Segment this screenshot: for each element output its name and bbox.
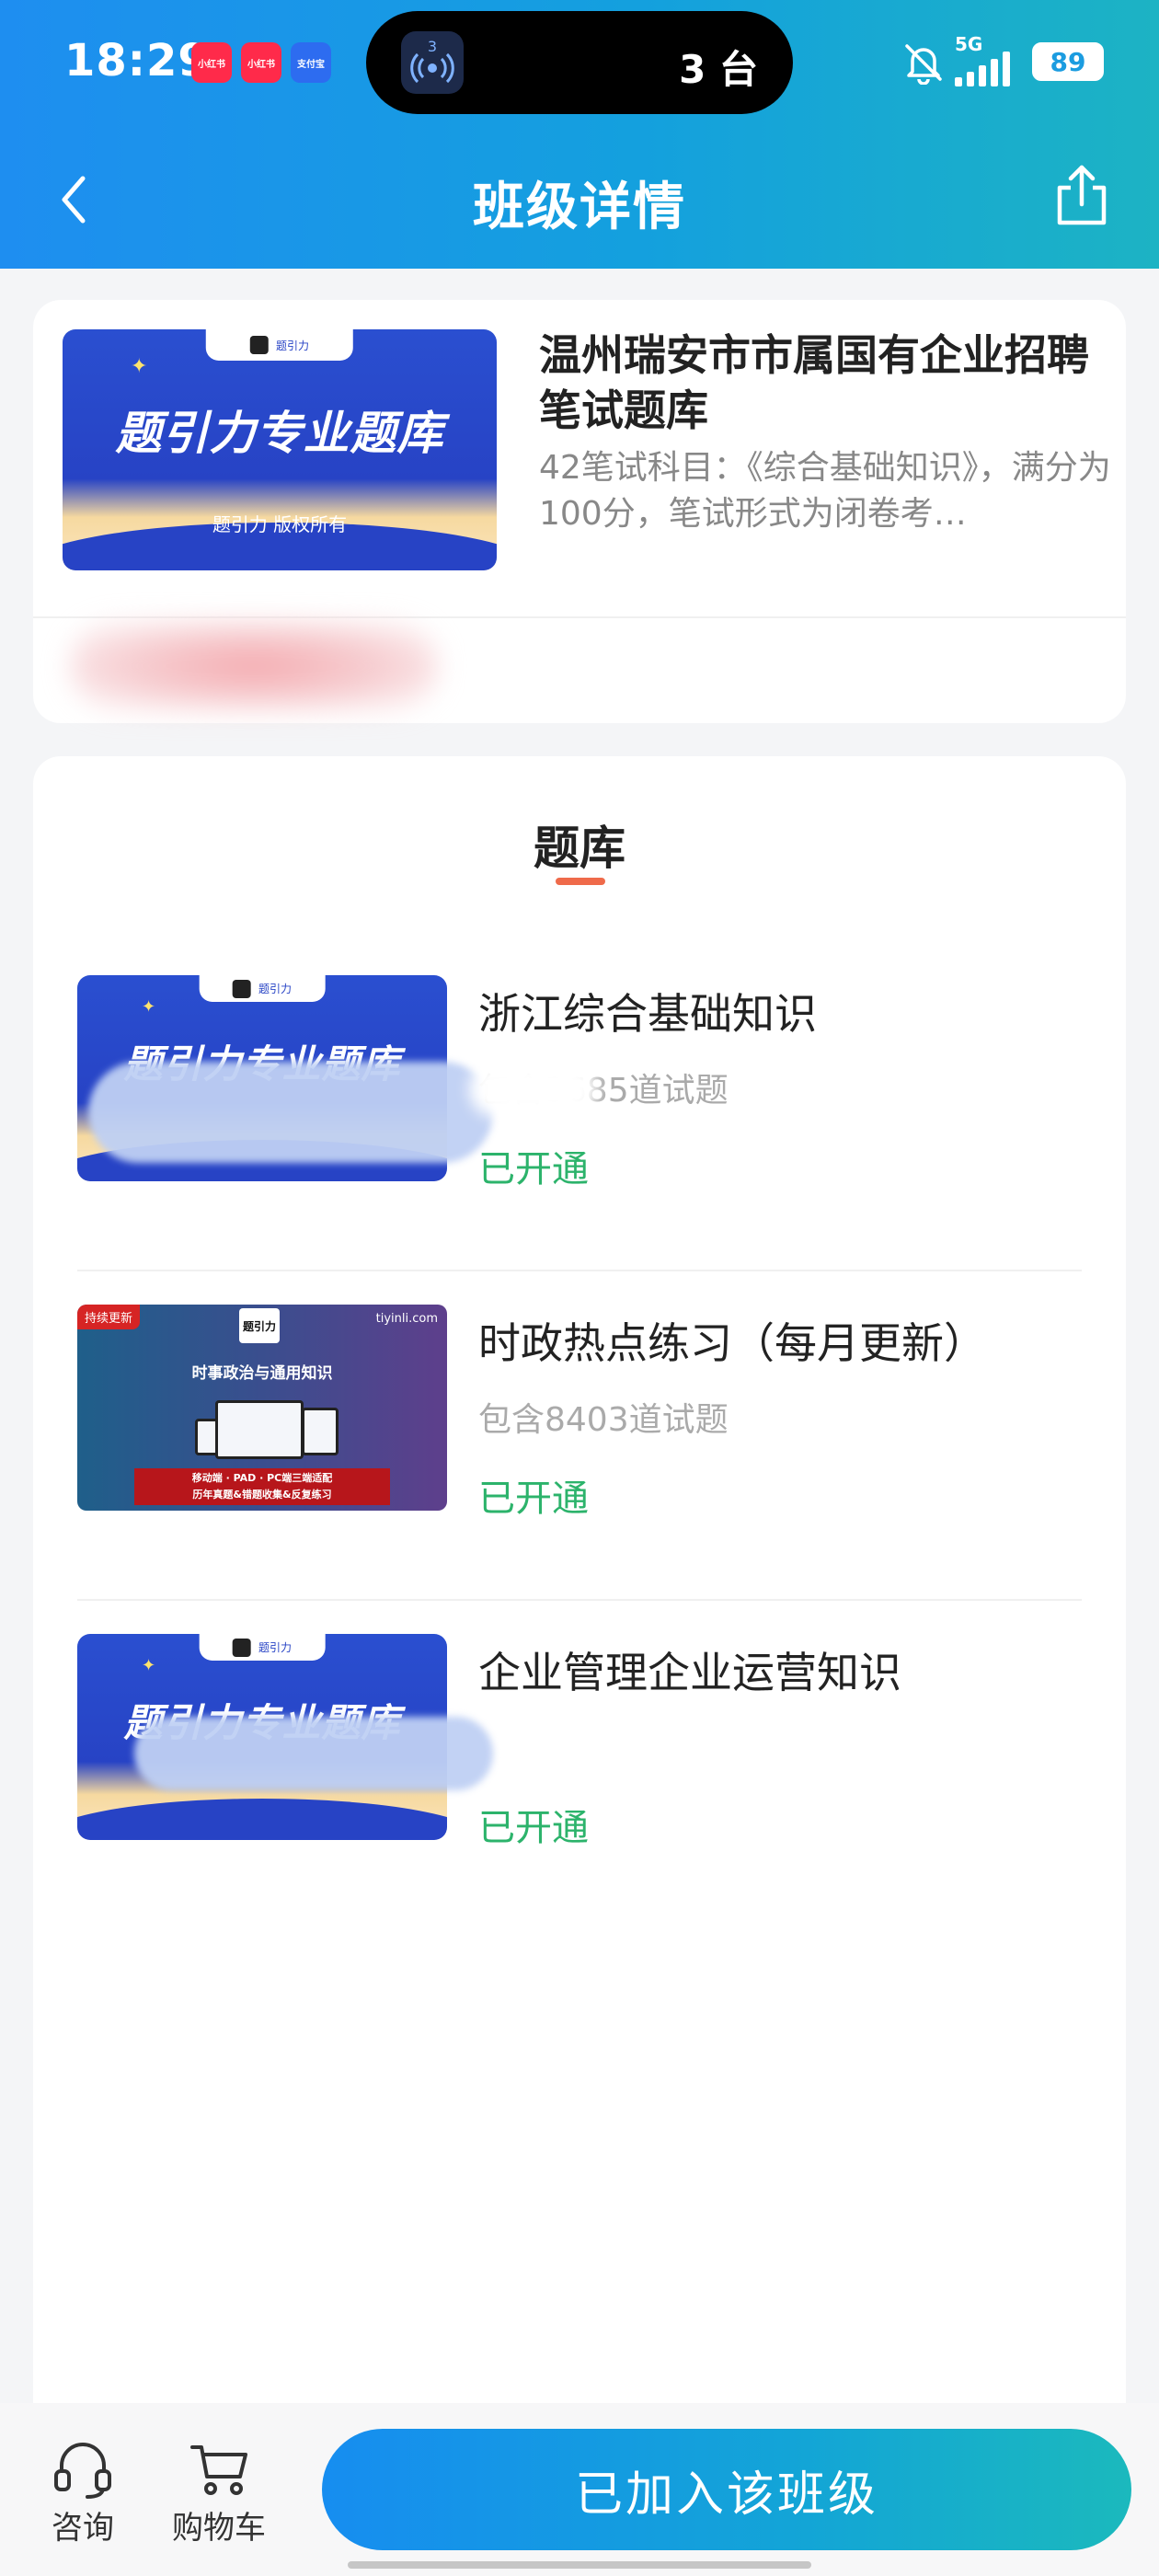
page-title: 班级详情 (473, 178, 686, 237)
share-button[interactable] (1045, 158, 1119, 232)
star-icon: ✦ (131, 355, 148, 378)
class-info-card[interactable]: 题引力 ✦ 题引力专业题库 题引力 版权所有 温州瑞安市市属国有企业招聘笔试题库… (33, 300, 1126, 723)
cover-banner-line: 历年真题&错题收集&反复练习 (192, 1489, 332, 1501)
question-bank-item[interactable]: 持续更新 题引力 tiyinli.com 时事政治与通用知识 移动端 · PAD… (33, 1305, 1126, 1634)
question-bank-item[interactable]: 题引力 ✦ 题引力专业题库 浙江综合基础知识 包含3685道试题 已开通 (33, 975, 1126, 1305)
cover-tab: 题引力 (199, 975, 326, 1003)
tablet-illustration (302, 1408, 339, 1455)
island-text: 3 台 (679, 47, 758, 92)
divider (33, 616, 1126, 618)
cart-button[interactable]: 购物车 (164, 2440, 274, 2547)
headset-icon (54, 2443, 111, 2499)
item-status: 已开通 (478, 1478, 589, 1520)
status-time: 18:29 (64, 35, 210, 86)
consult-button[interactable]: 咨询 (28, 2440, 138, 2547)
alipay-notification-icon: 支付宝 (291, 42, 331, 83)
divider (77, 1599, 1082, 1601)
cover-tab: 题引力 (199, 1634, 326, 1662)
cover-tab: 题引力 (205, 329, 354, 362)
cover-banner: 移动端 · PAD · PC端三端适配 历年真题&错题收集&反复练习 (134, 1468, 390, 1505)
cart-label: 购物车 (172, 2510, 266, 2547)
item-question-count: 包含8403道试题 (478, 1401, 729, 1439)
dynamic-island[interactable]: 3 3 台 (366, 11, 793, 114)
bottom-action-bar: 咨询 购物车 已加入该班级 (0, 2403, 1159, 2576)
blurred-region (134, 1717, 493, 1790)
header: 18:29 小红书 小红书 支付宝 3 3 台 5G 89 班级详情 (0, 0, 1159, 269)
cover-url: tiyinli.com (375, 1312, 438, 1326)
question-bank-item[interactable]: 题引力 ✦ 题引力专业题库 企业管理企业运营知识 已开通 (33, 1634, 1126, 1963)
island-count: 3 (428, 38, 437, 55)
cover-tag: 持续更新 (77, 1305, 141, 1329)
star-icon: ✦ (142, 997, 156, 1017)
logo-icon (232, 979, 251, 998)
cover-tab-label: 题引力 (258, 1641, 293, 1655)
consult-label: 咨询 (52, 2510, 114, 2547)
blurred-region (88, 1062, 493, 1163)
join-class-button[interactable]: 已加入该班级 (322, 2429, 1131, 2550)
battery-indicator: 89 (1032, 42, 1104, 81)
class-title: 温州瑞安市市属国有企业招聘笔试题库 (539, 330, 1089, 435)
item-title: 时政热点练习（每月更新） (478, 1318, 986, 1368)
star-icon: ✦ (142, 1656, 156, 1675)
status-bar: 18:29 小红书 小红书 支付宝 3 3 台 5G 89 (0, 0, 1159, 129)
cover-tab-label: 题引力 (258, 983, 293, 996)
cover-banner-line: 移动端 · PAD · PC端三端适配 (191, 1472, 333, 1484)
logo-icon (232, 1638, 251, 1657)
blurred-region (70, 622, 438, 710)
question-bank-card: 题库 题引力 ✦ 题引力专业题库 浙江综合基础知识 包含3685道试题 已开通 … (33, 756, 1126, 2523)
bell-muted-icon (905, 44, 942, 85)
share-icon (1057, 165, 1107, 225)
divider (77, 1270, 1082, 1271)
class-cover-image: 题引力 ✦ 题引力专业题库 题引力 版权所有 (63, 329, 497, 570)
cover-heading: 题引力专业题库 (115, 407, 444, 461)
nav-bar: 班级详情 (0, 138, 1159, 258)
laptop-illustration (215, 1400, 304, 1459)
cover-logo: 题引力 (239, 1308, 280, 1343)
logo-icon (249, 336, 269, 355)
item-cover-image: 持续更新 题引力 tiyinli.com 时事政治与通用知识 移动端 · PAD… (77, 1305, 447, 1511)
blurred-region (469, 1062, 598, 1117)
section-underline (556, 878, 605, 885)
cart-icon (190, 2445, 247, 2495)
item-title: 浙江综合基础知识 (478, 989, 817, 1039)
cover-tab-label: 题引力 (275, 339, 309, 352)
status-indicators: 5G 89 (901, 33, 1104, 88)
signal-icon (955, 52, 1010, 86)
item-status: 已开通 (478, 1148, 589, 1190)
item-status: 已开通 (478, 1807, 589, 1849)
xiaohongshu-notification-icon: 小红书 (241, 42, 281, 83)
section-title: 题库 (534, 822, 625, 875)
cover-footer: 题引力 版权所有 (212, 513, 348, 535)
xiaohongshu-notification-icon: 小红书 (191, 42, 232, 83)
home-indicator[interactable] (348, 2561, 811, 2569)
cover-heading: 时事政治与通用知识 (191, 1364, 333, 1383)
broadcast-icon: 3 (401, 31, 464, 94)
item-title: 企业管理企业运营知识 (478, 1648, 901, 1697)
class-description: 42笔试科目：《综合基础知识》，满分为100分，笔试形式为闭卷考… (539, 449, 1111, 533)
